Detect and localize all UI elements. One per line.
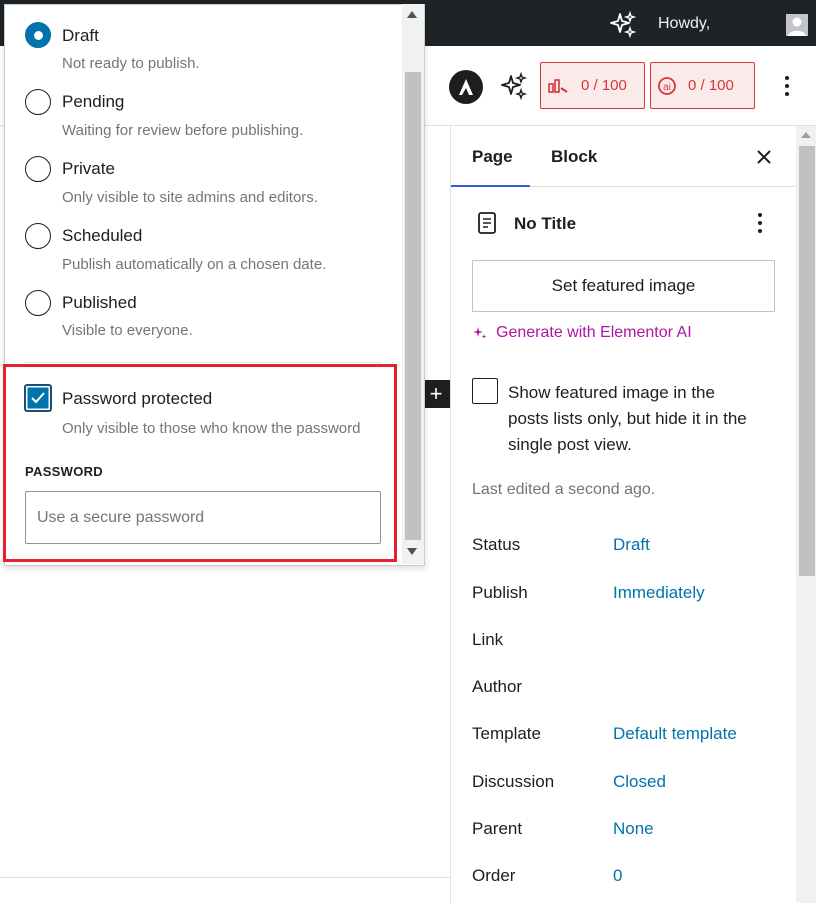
row-label-status: Status xyxy=(472,535,521,554)
option-desc-pending: Waiting for review before publishing. xyxy=(62,122,304,139)
popover-divider xyxy=(24,362,382,363)
avatar-silhouette-icon xyxy=(786,14,808,36)
ai-sparkles-icon[interactable] xyxy=(498,70,530,102)
row-label-order: Order xyxy=(472,866,516,885)
set-featured-image-button[interactable]: Set featured image xyxy=(472,260,775,312)
option-label-private: Private xyxy=(62,159,115,178)
option-label-scheduled: Scheduled xyxy=(62,226,143,245)
template-value-link[interactable]: Default template xyxy=(613,724,737,744)
popover-scrollbar-thumb[interactable] xyxy=(405,72,421,540)
sparkles-icon[interactable] xyxy=(608,10,638,40)
row-label-parent: Parent xyxy=(472,819,523,838)
row-label-publish: Publish xyxy=(472,583,528,602)
option-desc-private: Only visible to site admins and editors. xyxy=(62,189,318,206)
last-edited-text: Last edited a second ago. xyxy=(472,481,656,498)
status-value-link[interactable]: Draft xyxy=(613,535,650,555)
tab-page[interactable]: Page xyxy=(472,147,513,167)
radio-draft[interactable] xyxy=(25,22,51,48)
generate-ai-link[interactable]: Generate with Elementor AI xyxy=(472,324,692,342)
seo-score-value: 0 / 100 xyxy=(581,77,627,94)
document-icon xyxy=(478,212,496,234)
popover-scroll-up-icon[interactable] xyxy=(405,8,419,20)
readability-ai-icon: ai xyxy=(658,76,676,95)
option-desc-scheduled: Publish automatically on a chosen date. xyxy=(62,256,327,273)
radio-published[interactable] xyxy=(25,290,51,316)
tab-block[interactable]: Block xyxy=(551,147,597,167)
svg-text:ai: ai xyxy=(663,82,671,93)
row-label-author: Author xyxy=(472,677,523,696)
option-desc-published: Visible to everyone. xyxy=(62,322,193,339)
publish-value-link[interactable]: Immediately xyxy=(613,583,705,603)
row-label-discussion: Discussion xyxy=(472,772,555,791)
featured-image-checkbox-label: Show featured image in the posts lists o… xyxy=(508,383,747,454)
discussion-value-link[interactable]: Closed xyxy=(613,772,666,792)
radio-scheduled[interactable] xyxy=(25,223,51,249)
howdy-greeting[interactable]: Howdy, xyxy=(658,15,710,33)
options-kebab-icon[interactable] xyxy=(776,72,798,100)
order-value-link[interactable]: 0 xyxy=(613,866,622,886)
highlight-annotation-box xyxy=(3,364,397,562)
active-tab-indicator xyxy=(451,185,530,187)
document-actions-kebab-icon[interactable] xyxy=(750,210,770,236)
featured-image-checkbox[interactable] xyxy=(472,378,498,404)
document-title: No Title xyxy=(514,214,577,233)
astra-logo-icon[interactable] xyxy=(449,70,483,104)
readability-score-value: 0 / 100 xyxy=(688,77,734,94)
option-label-draft: Draft xyxy=(62,26,99,45)
row-label-link: Link xyxy=(472,630,504,649)
radio-pending[interactable] xyxy=(25,89,51,115)
close-icon[interactable] xyxy=(752,145,776,169)
seo-score-button[interactable]: 0 / 100 xyxy=(540,62,645,109)
option-label-published: Published xyxy=(62,293,137,312)
add-block-button[interactable]: + xyxy=(421,380,451,408)
scroll-up-arrow-icon[interactable] xyxy=(800,130,812,140)
ai-sparkle-icon xyxy=(473,327,487,339)
parent-value-link[interactable]: None xyxy=(613,819,654,839)
readability-score-button[interactable]: ai 0 / 100 xyxy=(650,62,755,109)
user-avatar[interactable] xyxy=(786,14,808,36)
generate-ai-label: Generate with Elementor AI xyxy=(496,324,692,341)
radio-private[interactable] xyxy=(25,156,51,182)
seo-chart-icon xyxy=(548,78,568,93)
option-desc-draft: Not ready to publish. xyxy=(62,55,200,72)
popover-scroll-down-icon[interactable] xyxy=(405,546,419,558)
canvas-divider xyxy=(0,877,450,878)
option-label-pending: Pending xyxy=(62,92,125,111)
row-label-template: Template xyxy=(472,724,541,743)
sidebar-scrollbar-thumb[interactable] xyxy=(799,146,815,576)
